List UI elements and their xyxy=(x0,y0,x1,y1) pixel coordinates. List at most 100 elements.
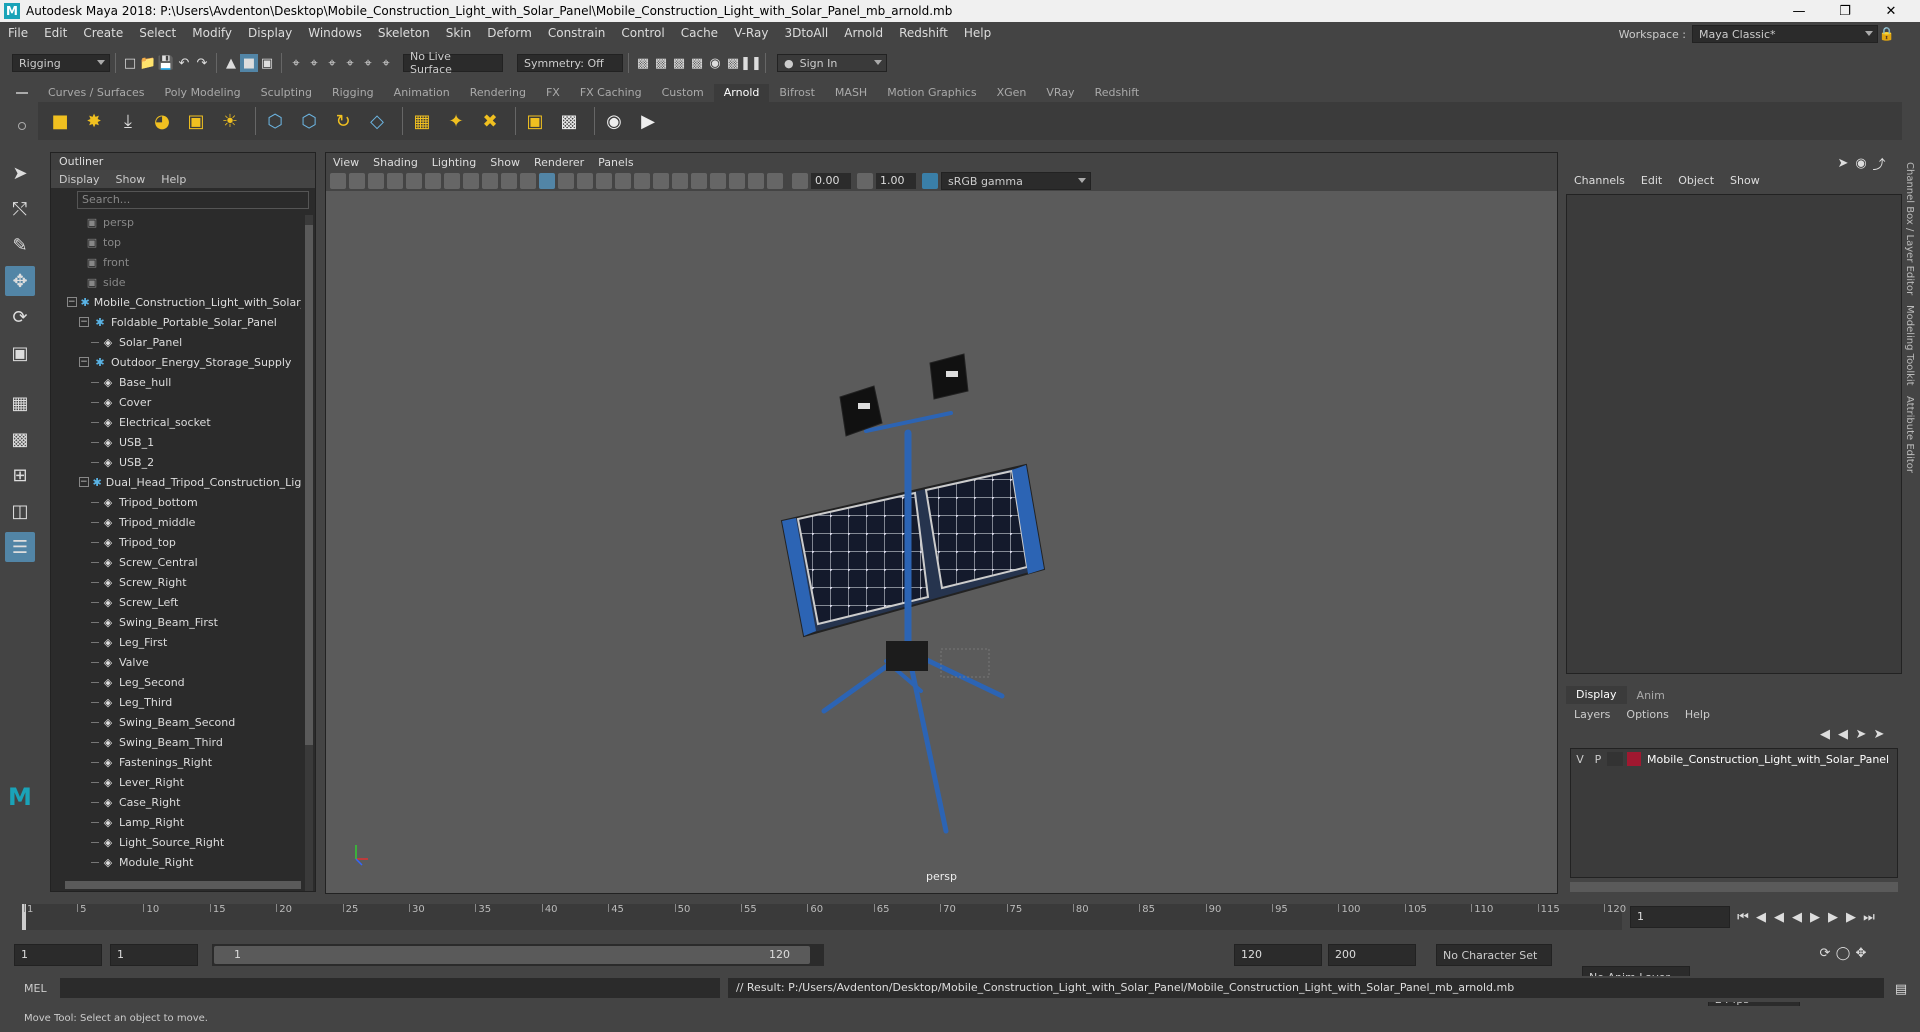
energy-storage-mesh[interactable] xyxy=(886,641,990,678)
shelf-tab-xgen[interactable]: XGen xyxy=(987,84,1037,102)
outliner-item-mesh[interactable]: ◈ Case_Right xyxy=(67,792,301,812)
shelf-tab-fx-caching[interactable]: FX Caching xyxy=(570,84,652,102)
menu-edit[interactable]: Edit xyxy=(36,26,75,40)
outliner-item-persp[interactable]: ▣ persp xyxy=(67,212,301,232)
outliner-item-mesh[interactable]: ◈ Screw_Left xyxy=(67,592,301,612)
layer-tab-display[interactable]: Display xyxy=(1566,686,1627,704)
outliner-item-group3[interactable]: − ✱ Dual_Head_Tripod_Construction_Ligl xyxy=(67,472,301,492)
xray-joints-icon[interactable] xyxy=(748,173,764,189)
outliner-item-solar-panel[interactable]: ◈ Solar_Panel xyxy=(67,332,301,352)
step-forward-frame-icon[interactable]: ▶ xyxy=(1842,908,1860,926)
outliner-item-root[interactable]: − ✱ Mobile_Construction_Light_with_Solar_ xyxy=(67,292,301,312)
layer-playback-toggle[interactable]: P xyxy=(1589,753,1607,766)
snap-point-icon[interactable]: ⌖ xyxy=(323,54,341,72)
show-manipulator-icon[interactable]: ▦ xyxy=(5,388,35,418)
channel-menu-channels[interactable]: Channels xyxy=(1566,174,1633,187)
backface-culling-icon[interactable] xyxy=(767,173,783,189)
outliner-item-mesh[interactable]: ◈ Screw_Central xyxy=(67,552,301,572)
play-forwards-icon[interactable]: ▶ xyxy=(1806,908,1824,926)
light-editor-icon[interactable]: ▩ xyxy=(555,107,583,135)
tool-settings-toggle-icon[interactable]: ⤴ xyxy=(1870,154,1888,173)
light-portal-icon[interactable]: ▣ xyxy=(182,107,210,135)
menu-skin[interactable]: Skin xyxy=(438,26,480,40)
outliner-item-mesh[interactable]: ◈ Cover xyxy=(67,392,301,412)
select-object-icon[interactable]: ■ xyxy=(240,54,258,72)
menu-control[interactable]: Control xyxy=(613,26,672,40)
hypershade-icon[interactable]: ◉ xyxy=(706,54,724,72)
shelf-tab-fx[interactable]: FX xyxy=(536,84,570,102)
tx-manager-icon[interactable]: ✦ xyxy=(442,107,470,135)
menu-windows[interactable]: Windows xyxy=(300,26,370,40)
play-backwards-icon[interactable]: ◀ xyxy=(1788,908,1806,926)
ambient-occlusion-icon[interactable] xyxy=(634,173,650,189)
maximize-button[interactable]: ❐ xyxy=(1822,0,1868,22)
outliner-item-mesh[interactable]: ◈ Leg_First xyxy=(67,632,301,652)
render-sequence-icon[interactable]: ▩ xyxy=(652,54,670,72)
time-slider[interactable]: 1 5 10 15 20 25 30 35 40 45 50 55 60 65 70 75 80 85 90 95 10… xyxy=(22,904,1626,930)
shelf-tab-animation[interactable]: Animation xyxy=(384,84,460,102)
outliner-item-group1[interactable]: − ✱ Foldable_Portable_Solar_Panel xyxy=(67,312,301,332)
outliner-vertical-scrollbar[interactable] xyxy=(305,215,313,891)
anti-aliasing-icon[interactable] xyxy=(672,173,688,189)
outliner-menu-show[interactable]: Show xyxy=(108,173,154,186)
rotate-tool-icon[interactable]: ⟳ xyxy=(5,302,35,332)
gear-icon[interactable] xyxy=(18,122,26,130)
go-to-end-icon[interactable]: ⏭ xyxy=(1860,908,1878,926)
layer-type-toggle[interactable] xyxy=(1607,752,1623,766)
command-input[interactable] xyxy=(60,978,720,998)
mesh-light-icon[interactable]: ✸ xyxy=(80,107,108,135)
move-layer-up-icon[interactable]: ◀ xyxy=(1816,725,1834,743)
live-surface-field[interactable]: No Live Surface xyxy=(403,50,503,76)
outliner-item-mesh[interactable]: ◈ Leg_Third xyxy=(67,692,301,712)
gate-mask-icon[interactable] xyxy=(463,173,479,189)
shelf-tab-arnold[interactable]: Arnold xyxy=(713,84,770,102)
menu-arnold[interactable]: Arnold xyxy=(836,26,891,40)
outliner-search-input[interactable]: Search... xyxy=(77,191,309,209)
exposure-field[interactable]: 0.00 xyxy=(811,173,851,189)
outliner-item-group2[interactable]: − ✱ Outdoor_Energy_Storage_Supply xyxy=(67,352,301,372)
shelf-tab-sculpting[interactable]: Sculpting xyxy=(251,84,322,102)
resolution-gate-icon[interactable] xyxy=(444,173,460,189)
playback-start-field[interactable]: 1 xyxy=(110,944,198,966)
character-set-dropdown[interactable]: No Character Set xyxy=(1436,944,1552,966)
outliner-scroll-thumb[interactable] xyxy=(305,225,313,745)
menu-modify[interactable]: Modify xyxy=(184,26,240,40)
smooth-shade-icon[interactable] xyxy=(539,173,555,189)
save-scene-icon[interactable]: 💾 xyxy=(157,54,175,72)
physical-sky-icon[interactable]: ☀ xyxy=(216,107,244,135)
select-component-icon[interactable]: ▣ xyxy=(258,54,276,72)
outliner-menu-display[interactable]: Display xyxy=(51,173,108,186)
sign-in-button[interactable]: ● Sign In xyxy=(777,54,887,72)
outliner-item-top[interactable]: ▣ top xyxy=(67,232,301,252)
viewport-menu-lighting[interactable]: Lighting xyxy=(425,156,483,169)
snap-live-icon[interactable]: ⌖ xyxy=(377,54,395,72)
menu-select[interactable]: Select xyxy=(131,26,184,40)
menu-display[interactable]: Display xyxy=(240,26,300,40)
open-scene-icon[interactable]: 📁 xyxy=(139,54,157,72)
range-slider[interactable]: 1 120 xyxy=(212,944,824,966)
side-tab-channel-box[interactable]: Channel Box / Layer Editor xyxy=(1904,162,1915,295)
go-to-start-icon[interactable]: ⏮ xyxy=(1734,908,1752,926)
outliner-item-mesh[interactable]: ◈ Valve xyxy=(67,652,301,672)
shelf-tab-redshift[interactable]: Redshift xyxy=(1085,84,1150,102)
collapse-icon[interactable]: − xyxy=(79,317,89,327)
collapse-icon[interactable]: − xyxy=(67,297,77,307)
layer-row[interactable]: V P Mobile_Construction_Light_with_Solar… xyxy=(1571,749,1897,769)
area-light-icon[interactable]: ■ xyxy=(46,107,74,135)
image-plane-icon[interactable] xyxy=(387,173,403,189)
shelf-tab-curves[interactable]: Curves / Surfaces xyxy=(38,84,155,102)
wireframe-icon[interactable] xyxy=(520,173,536,189)
skydome-light-icon[interactable]: ◕ xyxy=(148,107,176,135)
step-back-key-icon[interactable]: ◀ xyxy=(1770,908,1788,926)
standin-icon[interactable]: ⬡ xyxy=(261,107,289,135)
viewport-menu-panels[interactable]: Panels xyxy=(591,156,640,169)
ipr-render-icon[interactable]: ▩ xyxy=(670,54,688,72)
shadows-icon[interactable] xyxy=(615,173,631,189)
render-settings-icon[interactable]: ▩ xyxy=(688,54,706,72)
loop-icon[interactable]: ⟳ xyxy=(1816,944,1834,962)
layer-menu-help[interactable]: Help xyxy=(1677,708,1718,721)
outliner-item-mesh[interactable]: ◈ USB_1 xyxy=(67,432,301,452)
menu-create[interactable]: Create xyxy=(75,26,131,40)
safe-action-icon[interactable] xyxy=(501,173,517,189)
color-management-icon[interactable] xyxy=(922,173,938,189)
